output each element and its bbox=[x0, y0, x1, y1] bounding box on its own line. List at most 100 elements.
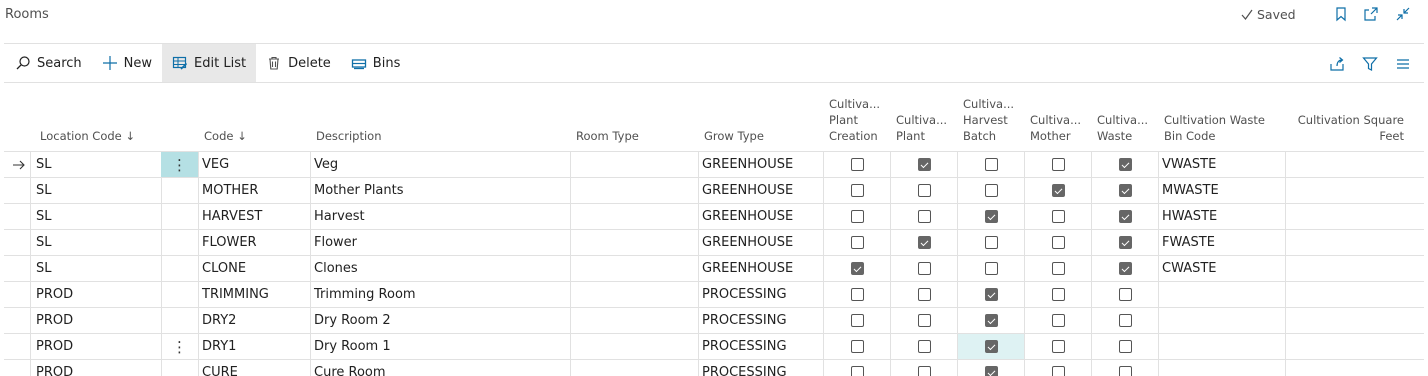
header-waste-bin-code[interactable]: Cultivation Waste Bin Code bbox=[1164, 94, 1274, 152]
cell-location-code[interactable]: SL bbox=[32, 204, 160, 229]
harvest-batch-checkbox[interactable] bbox=[984, 262, 998, 275]
harvest-batch-checkbox[interactable] bbox=[984, 314, 998, 327]
cell-code[interactable]: DRY1 bbox=[198, 334, 310, 359]
cell-grow-type[interactable]: GREENHOUSE bbox=[698, 204, 823, 229]
cell-waste-bin-code[interactable]: MWASTE bbox=[1158, 178, 1285, 203]
header-grow-type[interactable]: Grow Type bbox=[704, 94, 814, 152]
cell-square-feet[interactable] bbox=[1285, 334, 1424, 359]
cell-description[interactable]: Cure Room bbox=[310, 360, 570, 376]
mother-checkbox[interactable] bbox=[1051, 236, 1065, 249]
row-menu-icon[interactable]: ⋮ bbox=[161, 334, 198, 359]
cell-location-code[interactable]: PROD bbox=[32, 334, 160, 359]
cell-room-type[interactable] bbox=[570, 230, 698, 255]
header-plant[interactable]: Cultiva... Plant bbox=[896, 94, 952, 152]
waste-checkbox[interactable] bbox=[1118, 236, 1132, 249]
header-code[interactable]: Code ↓ bbox=[204, 94, 304, 152]
cell-square-feet[interactable] bbox=[1285, 204, 1424, 229]
plant-checkbox[interactable] bbox=[917, 210, 931, 223]
cell-location-code[interactable]: SL bbox=[32, 152, 160, 177]
plant-checkbox[interactable] bbox=[917, 366, 931, 376]
waste-checkbox[interactable] bbox=[1118, 262, 1132, 275]
cell-location-code[interactable]: PROD bbox=[32, 282, 160, 307]
mother-checkbox[interactable] bbox=[1051, 184, 1065, 197]
table-row[interactable]: ⋮ PROD DRY1 Dry Room 1 PROCESSING bbox=[4, 333, 1424, 359]
waste-checkbox[interactable] bbox=[1118, 340, 1132, 353]
table-row[interactable]: PROD TRIMMING Trimming Room PROCESSING bbox=[4, 281, 1424, 307]
table-row[interactable]: PROD DRY2 Dry Room 2 PROCESSING bbox=[4, 307, 1424, 333]
filter-icon[interactable] bbox=[1362, 56, 1378, 72]
cell-waste-bin-code[interactable]: HWASTE bbox=[1158, 204, 1285, 229]
cell-room-type[interactable] bbox=[570, 204, 698, 229]
cell-description[interactable]: Veg bbox=[310, 152, 570, 177]
cell-description[interactable]: Dry Room 1 bbox=[310, 334, 570, 359]
plant-checkbox[interactable] bbox=[917, 314, 931, 327]
delete-button[interactable]: Delete bbox=[256, 44, 341, 82]
cell-location-code[interactable]: SL bbox=[32, 178, 160, 203]
cell-square-feet[interactable] bbox=[1285, 256, 1424, 281]
header-plant-creation[interactable]: Cultiva... Plant Creation bbox=[829, 94, 885, 152]
waste-checkbox[interactable] bbox=[1118, 314, 1132, 327]
cell-location-code[interactable]: SL bbox=[32, 256, 160, 281]
harvest-batch-checkbox[interactable] bbox=[984, 158, 998, 171]
cell-waste-bin-code[interactable] bbox=[1158, 308, 1285, 333]
cell-square-feet[interactable] bbox=[1285, 230, 1424, 255]
table-row[interactable]: ⋮ SL VEG Veg GREENHOUSE VWASTE bbox=[4, 151, 1424, 177]
list-view-icon[interactable] bbox=[1395, 56, 1411, 72]
table-row[interactable]: SL CLONE Clones GREENHOUSE CWASTE bbox=[4, 255, 1424, 281]
row-menu-icon[interactable] bbox=[161, 308, 198, 333]
plant-creation-checkbox[interactable] bbox=[850, 184, 864, 197]
plant-checkbox[interactable] bbox=[917, 340, 931, 353]
row-menu-icon[interactable] bbox=[161, 256, 198, 281]
cell-code[interactable]: CURE bbox=[198, 360, 310, 376]
cell-room-type[interactable] bbox=[570, 178, 698, 203]
plant-creation-checkbox[interactable] bbox=[850, 236, 864, 249]
cell-room-type[interactable] bbox=[570, 256, 698, 281]
row-menu-icon[interactable] bbox=[161, 282, 198, 307]
bins-button[interactable]: Bins bbox=[341, 44, 411, 82]
cell-grow-type[interactable]: PROCESSING bbox=[698, 360, 823, 376]
cell-square-feet[interactable] bbox=[1285, 308, 1424, 333]
plant-checkbox[interactable] bbox=[917, 236, 931, 249]
harvest-batch-checkbox[interactable] bbox=[984, 210, 998, 223]
plant-creation-checkbox[interactable] bbox=[850, 314, 864, 327]
table-row[interactable]: SL HARVEST Harvest GREENHOUSE HWASTE bbox=[4, 203, 1424, 229]
cell-room-type[interactable] bbox=[570, 282, 698, 307]
cell-waste-bin-code[interactable]: VWASTE bbox=[1158, 152, 1285, 177]
cell-square-feet[interactable] bbox=[1285, 152, 1424, 177]
plant-creation-checkbox[interactable] bbox=[850, 366, 864, 376]
cell-description[interactable]: Harvest bbox=[310, 204, 570, 229]
plant-checkbox[interactable] bbox=[917, 158, 931, 171]
open-new-window-icon[interactable] bbox=[1363, 6, 1379, 22]
cell-description[interactable]: Trimming Room bbox=[310, 282, 570, 307]
header-description[interactable]: Description bbox=[316, 94, 516, 152]
plant-checkbox[interactable] bbox=[917, 262, 931, 275]
header-location-code[interactable]: Location Code ↓ bbox=[40, 94, 180, 152]
cell-grow-type[interactable]: PROCESSING bbox=[698, 308, 823, 333]
cell-waste-bin-code[interactable]: CWASTE bbox=[1158, 256, 1285, 281]
cell-waste-bin-code[interactable] bbox=[1158, 282, 1285, 307]
table-row[interactable]: SL MOTHER Mother Plants GREENHOUSE MWASTE bbox=[4, 177, 1424, 203]
cell-description[interactable]: Flower bbox=[310, 230, 570, 255]
cell-code[interactable]: FLOWER bbox=[198, 230, 310, 255]
cell-square-feet[interactable] bbox=[1285, 360, 1424, 376]
mother-checkbox[interactable] bbox=[1051, 314, 1065, 327]
table-row[interactable]: SL FLOWER Flower GREENHOUSE FWASTE bbox=[4, 229, 1424, 255]
cell-description[interactable]: Clones bbox=[310, 256, 570, 281]
harvest-batch-checkbox[interactable] bbox=[984, 340, 998, 353]
cell-location-code[interactable]: PROD bbox=[32, 308, 160, 333]
plant-creation-checkbox[interactable] bbox=[850, 340, 864, 353]
cell-grow-type[interactable]: GREENHOUSE bbox=[698, 178, 823, 203]
cell-grow-type[interactable]: PROCESSING bbox=[698, 282, 823, 307]
waste-checkbox[interactable] bbox=[1118, 184, 1132, 197]
cell-square-feet[interactable] bbox=[1285, 178, 1424, 203]
header-waste[interactable]: Cultiva... Waste bbox=[1097, 94, 1153, 152]
header-room-type[interactable]: Room Type bbox=[576, 94, 696, 152]
cell-waste-bin-code[interactable] bbox=[1158, 334, 1285, 359]
cell-code[interactable]: VEG bbox=[198, 152, 310, 177]
cell-grow-type[interactable]: GREENHOUSE bbox=[698, 256, 823, 281]
header-harvest-batch[interactable]: Cultiva... Harvest Batch bbox=[963, 94, 1019, 152]
cell-room-type[interactable] bbox=[570, 152, 698, 177]
cell-location-code[interactable]: SL bbox=[32, 230, 160, 255]
mother-checkbox[interactable] bbox=[1051, 210, 1065, 223]
plant-creation-checkbox[interactable] bbox=[850, 210, 864, 223]
